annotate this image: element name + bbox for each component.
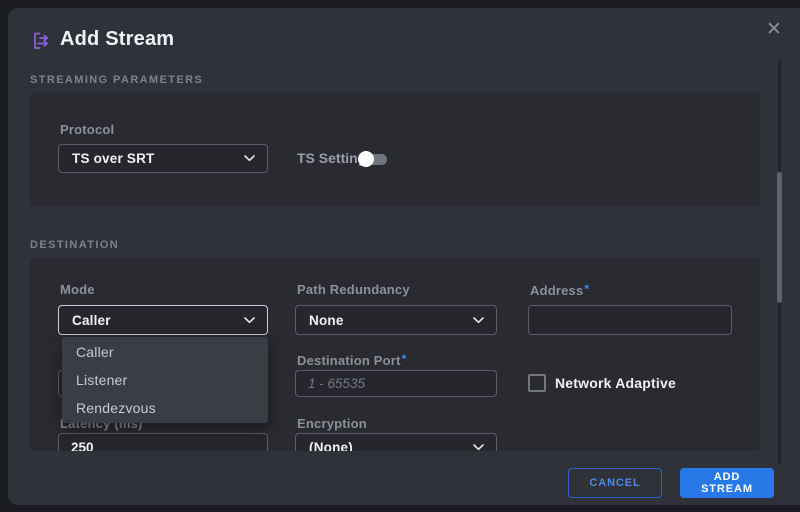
chevron-down-icon: [473, 444, 484, 451]
chevron-down-icon: [244, 317, 255, 324]
scrollbar-thumb[interactable]: [777, 172, 782, 303]
destination-heading: DESTINATION: [30, 239, 119, 251]
ts-settings-toggle[interactable]: [360, 154, 387, 165]
path-redundancy-value: None: [309, 313, 344, 328]
chevron-down-icon: [473, 317, 484, 324]
modal-title: Add Stream: [60, 28, 174, 51]
mode-option-caller[interactable]: Caller: [62, 338, 268, 366]
add-stream-button[interactable]: ADD STREAM: [680, 468, 774, 498]
mode-option-rendezvous[interactable]: Rendezvous: [62, 394, 268, 422]
path-redundancy-select[interactable]: None: [295, 305, 497, 335]
network-adaptive-label: Network Adaptive: [555, 375, 676, 391]
mode-value: Caller: [72, 313, 111, 328]
mode-options-menu: Caller Listener Rendezvous: [62, 337, 268, 423]
encryption-value: (None): [309, 440, 353, 451]
latency-input[interactable]: [58, 433, 268, 451]
toggle-knob: [358, 151, 374, 167]
required-asterisk: *: [402, 352, 407, 366]
network-adaptive-checkbox[interactable]: [528, 374, 546, 392]
streaming-parameters-panel: Protocol TS over SRT TS Settings: [30, 92, 760, 207]
address-label: Address*: [530, 282, 589, 298]
streaming-parameters-heading: STREAMING PARAMETERS: [30, 74, 203, 86]
protocol-value: TS over SRT: [72, 151, 154, 166]
mode-label: Mode: [60, 282, 95, 297]
encryption-select[interactable]: (None): [295, 433, 497, 451]
cancel-button[interactable]: CANCEL: [568, 468, 662, 498]
mode-option-listener[interactable]: Listener: [62, 366, 268, 394]
network-adaptive-checkbox-row[interactable]: Network Adaptive: [528, 374, 676, 392]
encryption-label: Encryption: [297, 416, 367, 431]
chevron-down-icon: [244, 155, 255, 162]
path-redundancy-label: Path Redundancy: [297, 282, 410, 297]
close-icon[interactable]: ✕: [762, 18, 786, 42]
protocol-select[interactable]: TS over SRT: [58, 144, 268, 173]
mode-select[interactable]: Caller: [58, 305, 268, 335]
destination-panel: Mode Path Redundancy Address* Caller Non…: [30, 258, 760, 451]
required-asterisk: *: [584, 282, 589, 296]
add-stream-icon: [30, 30, 52, 52]
destination-port-label: Destination Port*: [297, 352, 406, 368]
add-stream-modal: Add Stream ✕ STREAMING PARAMETERS Protoc…: [8, 8, 800, 505]
protocol-label: Protocol: [60, 122, 114, 137]
destination-port-input[interactable]: [295, 370, 497, 397]
address-input[interactable]: [528, 305, 732, 335]
